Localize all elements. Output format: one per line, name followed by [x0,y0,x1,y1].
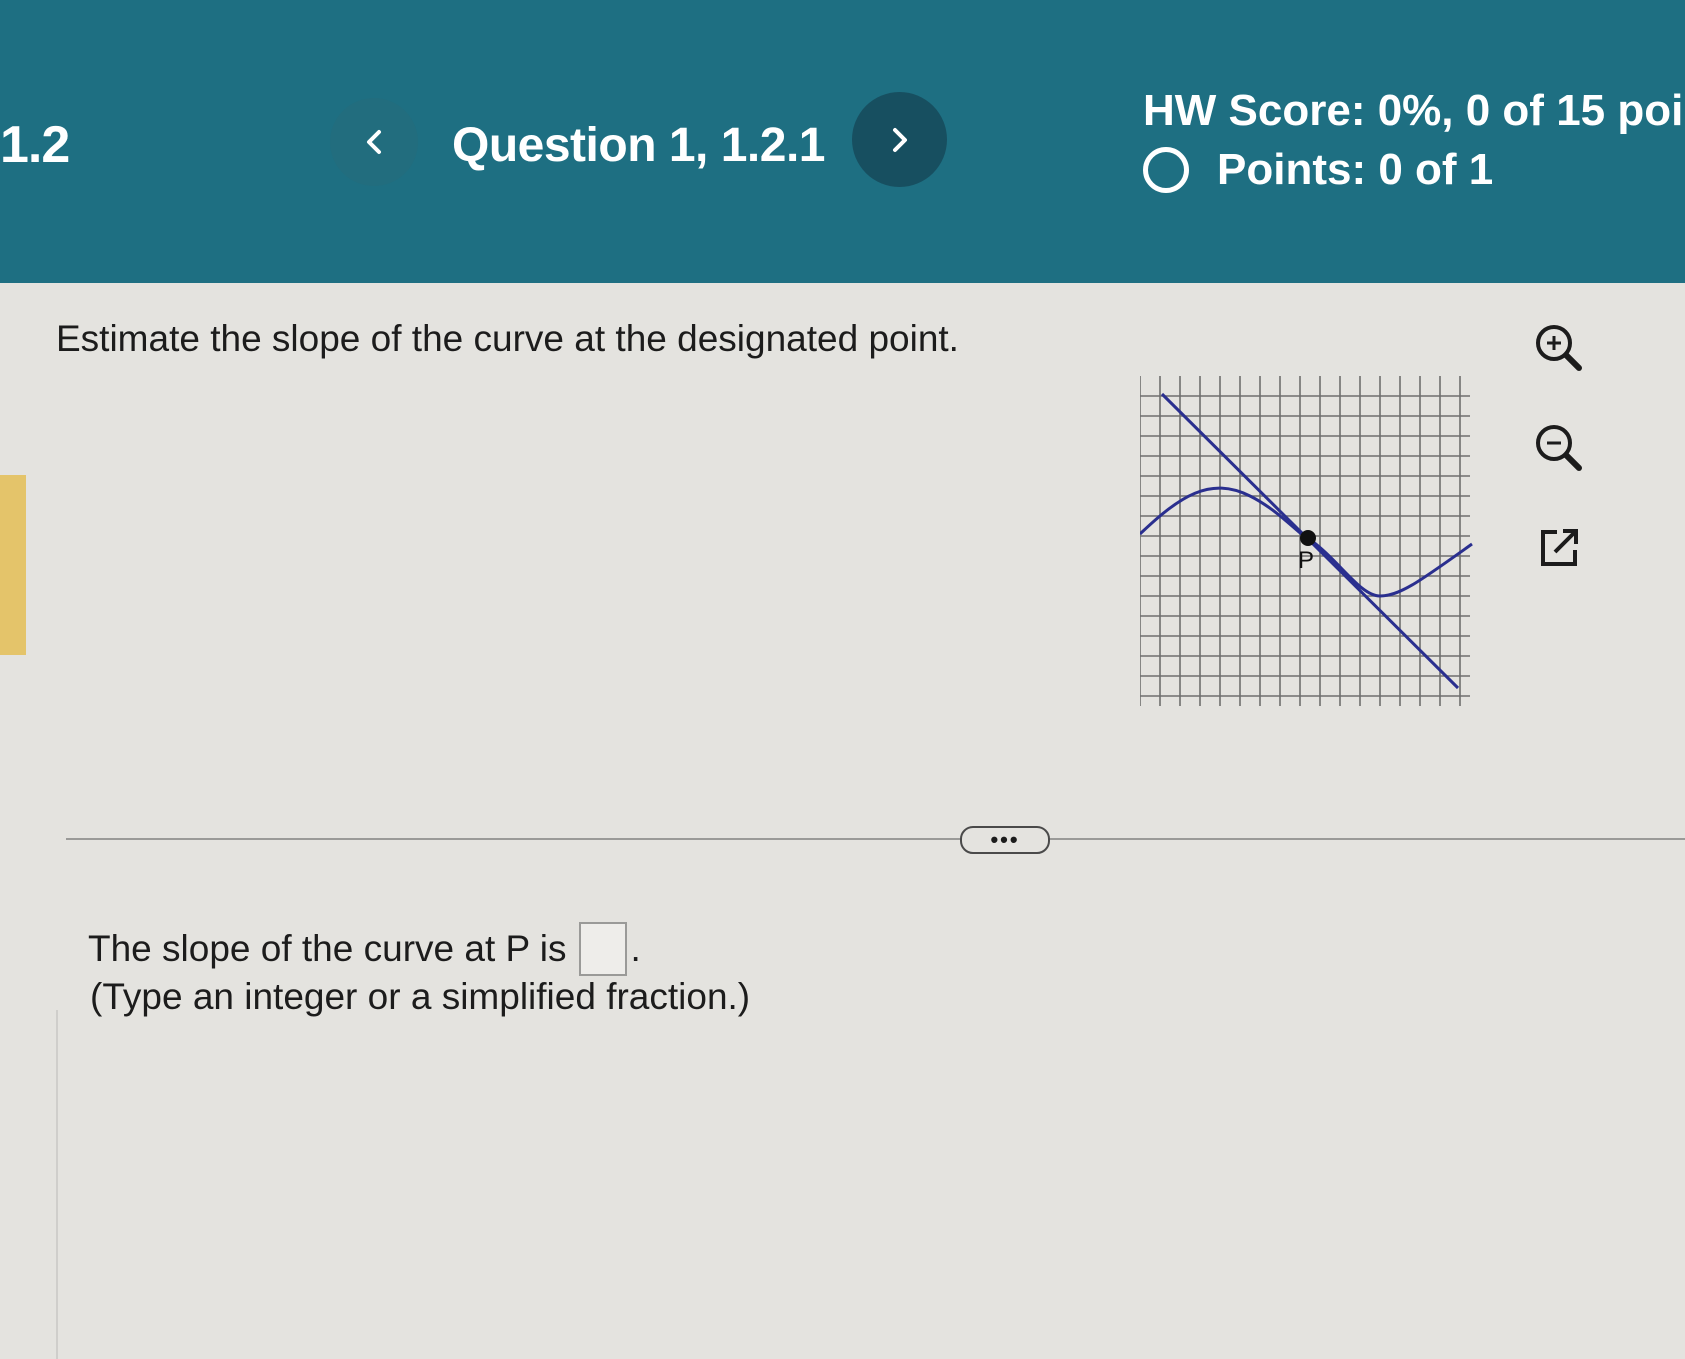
points-text: Points: 0 of 1 [1217,145,1494,194]
question-title: Question 1, 1.2.1 [452,119,825,172]
section-label: 1.2 [0,116,70,174]
chevron-right-icon [892,127,907,152]
answer-instruction: (Type an integer or a simplified fractio… [90,976,751,1017]
previous-question-button[interactable] [330,98,418,186]
chevron-left-icon [367,130,381,154]
section-divider [66,838,1685,840]
points-row: Points: 0 of 1 [1143,140,1493,200]
answer-prefix: The slope of the curve at P is [88,928,567,969]
zoom-in-button[interactable] [1527,316,1591,380]
zoom-out-icon [1536,425,1582,471]
next-question-button[interactable] [852,92,947,187]
zoom-out-button[interactable] [1527,416,1591,480]
answer-line: The slope of the curve at P is . [88,922,641,976]
zoom-in-icon [1536,325,1582,371]
more-options-button[interactable]: ••• [960,826,1050,854]
point-p-marker [1300,530,1316,546]
side-indicator [0,475,26,655]
answer-input[interactable] [578,922,627,976]
popout-icon [1541,529,1578,566]
slope-graph: P [1140,376,1473,706]
point-p-label: P [1298,547,1314,574]
question-prompt: Estimate the slope of the curve at the d… [56,318,959,359]
popout-button[interactable] [1527,516,1591,580]
page-edge-line [56,1010,58,1359]
header-bar: 1.2 Question 1, 1.2.1 HW Score: 0%, 0 of… [0,0,1685,283]
answer-suffix: . [630,928,641,969]
circle-icon [1143,147,1189,193]
hw-score: HW Score: 0%, 0 of 15 points [1143,86,1685,135]
